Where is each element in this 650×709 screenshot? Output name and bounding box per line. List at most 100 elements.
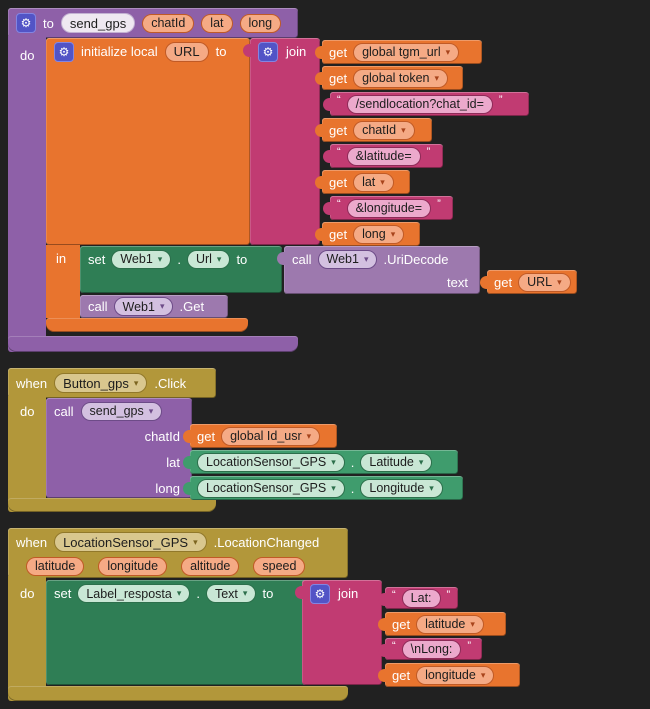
variable-name: latitude — [425, 617, 465, 631]
property-dropdown[interactable]: Text▾ — [206, 584, 256, 603]
component-dropdown[interactable]: LocationSensor_GPS▾ — [54, 532, 207, 552]
set-property-block[interactable]: set Web1▾ . Url▾ to — [80, 246, 282, 293]
property-dropdown[interactable]: Longitude▾ — [360, 479, 442, 498]
property-getter-block[interactable]: LocationSensor_GPS▾ . Longitude▾ — [190, 476, 463, 500]
procedure-call-block[interactable]: call send_gps▾ chatId lat long — [46, 398, 192, 498]
get-variable-block[interactable]: get longitude▾ — [385, 663, 520, 687]
arg-name: chatId — [145, 429, 180, 444]
initialize-local-bottom-bar[interactable] — [46, 318, 248, 332]
component-dropdown[interactable]: LocationSensor_GPS▾ — [197, 479, 345, 498]
event-body-rail[interactable]: do — [8, 576, 46, 701]
procedure-dropdown[interactable]: send_gps▾ — [81, 402, 163, 421]
text-string-block[interactable]: “ \nLong: ” — [385, 638, 482, 660]
initialize-local-in-rail[interactable]: in — [46, 245, 80, 318]
get-label: get — [392, 617, 410, 632]
variable-dropdown[interactable]: global token▾ — [353, 69, 448, 88]
local-variable-field[interactable]: URL — [165, 42, 209, 62]
method-call-block[interactable]: call Web1▾ .Get — [80, 295, 228, 318]
variable-dropdown[interactable]: longitude▾ — [416, 666, 494, 685]
get-variable-block[interactable]: get long▾ — [322, 222, 420, 246]
dropdown-icon: ▾ — [193, 538, 198, 547]
get-variable-block[interactable]: get URL▾ — [487, 270, 577, 294]
procedure-name-field[interactable]: send_gps — [61, 13, 135, 33]
parameter-name: speed — [262, 559, 296, 573]
property-getter-block[interactable]: LocationSensor_GPS▾ . Latitude▾ — [190, 450, 458, 474]
gear-icon[interactable]: ⚙ — [310, 584, 330, 604]
gear-icon[interactable]: ⚙ — [258, 42, 278, 62]
in-keyword: in — [46, 245, 80, 266]
text-string-block[interactable]: “ &longitude= ” — [330, 196, 453, 220]
property-dropdown[interactable]: Url▾ — [187, 250, 231, 269]
arg-name: lat — [166, 455, 180, 470]
get-variable-block[interactable]: get global Id_usr▾ — [190, 424, 337, 448]
component-dropdown[interactable]: LocationSensor_GPS▾ — [197, 453, 345, 472]
property-name: Text — [215, 587, 238, 601]
gear-icon[interactable]: ⚙ — [16, 13, 36, 33]
join-label: join — [286, 44, 306, 59]
event-parameter-pill[interactable]: longitude — [98, 557, 167, 576]
variable-dropdown[interactable]: chatId▾ — [353, 121, 415, 140]
join-block[interactable]: ⚙ join — [250, 38, 320, 245]
component-dropdown[interactable]: Web1▾ — [111, 250, 171, 269]
text-string-block[interactable]: “ &latitude= ” — [330, 144, 443, 168]
get-variable-block[interactable]: get global token▾ — [322, 66, 463, 90]
text-value-field[interactable]: \nLong: — [402, 640, 462, 659]
get-label: get — [329, 123, 347, 138]
variable-dropdown[interactable]: URL▾ — [518, 273, 571, 292]
variable-dropdown[interactable]: long▾ — [353, 225, 404, 244]
parameter-pill[interactable]: chatId — [142, 14, 194, 33]
gear-icon[interactable]: ⚙ — [54, 42, 74, 62]
event-block-header[interactable]: when LocationSensor_GPS▾ .LocationChange… — [8, 528, 348, 578]
get-label: get — [329, 175, 347, 190]
component-dropdown[interactable]: Web1▾ — [318, 250, 378, 269]
call-keyword: call — [292, 252, 312, 267]
get-label: get — [329, 45, 347, 60]
get-variable-block[interactable]: get lat▾ — [322, 170, 410, 194]
dropdown-icon: ▾ — [380, 178, 385, 187]
component-dropdown[interactable]: Web1▾ — [114, 297, 174, 316]
text-string-block[interactable]: “ /sendlocation?chat_id= ” — [330, 92, 529, 116]
event-body-rail[interactable]: do — [8, 396, 46, 512]
get-label: get — [392, 668, 410, 683]
text-value-field[interactable]: Lat: — [402, 589, 441, 608]
set-property-block[interactable]: set Label_resposta▾ . Text▾ to — [46, 580, 310, 685]
text-value-field[interactable]: &longitude= — [347, 199, 431, 218]
event-parameter-pill[interactable]: latitude — [26, 557, 84, 576]
procedure-definition-block[interactable]: ⚙ to send_gps chatId lat long — [8, 8, 298, 38]
dropdown-icon: ▾ — [401, 126, 406, 135]
dot-separator: . — [177, 252, 181, 267]
initialize-local-block[interactable]: ⚙ initialize local URL to — [46, 38, 250, 245]
property-dropdown[interactable]: Latitude▾ — [360, 453, 432, 472]
parameter-pill[interactable]: lat — [201, 14, 232, 33]
dropdown-icon: ▾ — [557, 278, 562, 287]
event-block-header[interactable]: when Button_gps▾ .Click — [8, 368, 216, 398]
event-parameter-pill[interactable]: speed — [253, 557, 305, 576]
argument-label: lat — [166, 452, 180, 472]
variable-dropdown[interactable]: latitude▾ — [416, 615, 484, 634]
text-value-field[interactable]: &latitude= — [347, 147, 421, 166]
text-value-field[interactable]: /sendlocation?chat_id= — [347, 95, 493, 114]
method-call-block[interactable]: call Web1▾ .UriDecode text — [284, 246, 480, 294]
component-name: Button_gps — [63, 376, 129, 391]
event-bottom-bar[interactable] — [8, 686, 348, 701]
get-variable-block[interactable]: get global tgm_url▾ — [322, 40, 482, 64]
property-name: Longitude — [369, 481, 424, 495]
get-variable-block[interactable]: get chatId▾ — [322, 118, 432, 142]
get-variable-block[interactable]: get latitude▾ — [385, 612, 506, 636]
component-dropdown[interactable]: Label_resposta▾ — [77, 584, 190, 603]
blocks-canvas[interactable]: ⚙ to send_gps chatId lat long do ⚙ initi… — [0, 0, 650, 709]
procedure-bottom-bar[interactable] — [8, 336, 298, 352]
join-block[interactable]: ⚙ join — [302, 580, 382, 685]
variable-dropdown[interactable]: lat▾ — [353, 173, 394, 192]
dropdown-icon: ▾ — [134, 379, 139, 388]
variable-name: URL — [174, 44, 200, 59]
procedure-body-rail[interactable]: do — [8, 36, 46, 352]
argument-label: long — [155, 478, 180, 498]
component-dropdown[interactable]: Button_gps ▾ — [54, 373, 147, 393]
event-parameter-pill[interactable]: altitude — [181, 557, 239, 576]
event-bottom-bar[interactable] — [8, 498, 216, 512]
text-string-block[interactable]: “ Lat: ” — [385, 587, 458, 609]
variable-dropdown[interactable]: global Id_usr▾ — [221, 427, 320, 446]
parameter-pill[interactable]: long — [240, 14, 282, 33]
variable-dropdown[interactable]: global tgm_url▾ — [353, 43, 459, 62]
